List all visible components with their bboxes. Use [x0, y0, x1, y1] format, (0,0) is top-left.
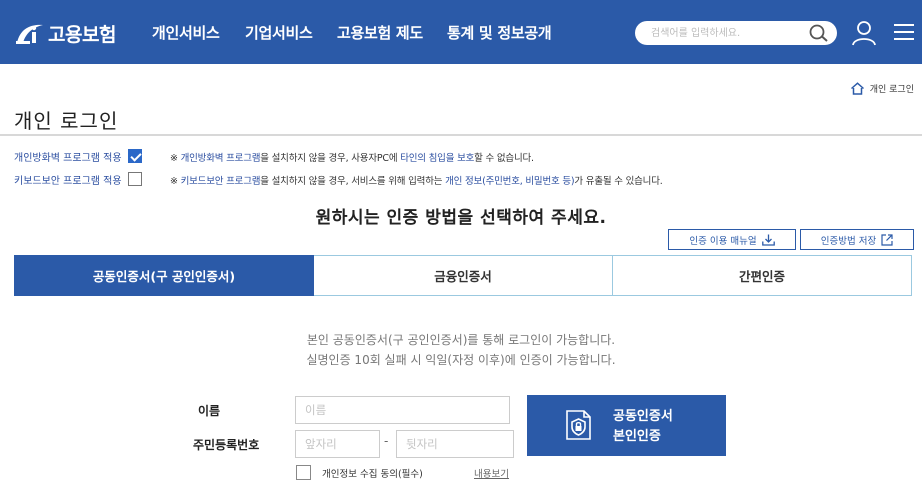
rrn-back-input[interactable]	[396, 430, 514, 458]
logo[interactable]: 고용보험	[14, 18, 116, 48]
auth-manual-button[interactable]: 인증 이용 매뉴얼	[668, 229, 796, 250]
cert-button-text: 공동인증서 본인인증	[613, 407, 673, 447]
keyboard-security-label: 키보드보안 프로그램 적용	[14, 175, 122, 187]
top-header: 고용보험 개인서비스 기업서비스 고용보험 제도 통계 및 정보공개	[0, 0, 922, 64]
search-box	[635, 21, 837, 45]
note-highlight: 타인의 침입을 보호	[400, 153, 475, 164]
joint-certificate-auth-button[interactable]: 공동인증서 본인인증	[527, 395, 726, 456]
description-line-1: 본인 공동인증서(구 공인인증서)를 통해 로그인이 가능합니다.	[306, 333, 616, 347]
privacy-consent-checkbox[interactable]	[296, 465, 311, 480]
name-label: 이름	[198, 404, 221, 418]
firewall-note: ※ 개인방화벽 프로그램을 설치하지 않을 경우, 사용자PC에 타인의 침입을…	[170, 150, 534, 164]
save-auth-method-button[interactable]: 인증방법 저장	[800, 229, 914, 250]
tab-joint-certificate[interactable]: 공동인증서(구 공인인증서)	[14, 255, 314, 296]
name-input[interactable]	[295, 396, 510, 424]
note-highlight: 개인방화벽 프로그램	[180, 153, 261, 164]
tab-simple-auth[interactable]: 간편인증	[613, 255, 912, 296]
keyboard-security-checkbox[interactable]	[127, 172, 142, 186]
cert-button-line-1: 공동인증서	[613, 409, 673, 424]
breadcrumb: 개인 로그인	[850, 82, 914, 95]
hamburger-menu-icon[interactable]	[893, 22, 915, 42]
nav-item-business[interactable]: 기업서비스	[245, 22, 313, 43]
note-text: 가 유출될 수 있습니다.	[574, 176, 663, 187]
download-icon	[761, 234, 775, 246]
firewall-checkbox[interactable]	[127, 149, 142, 163]
home-icon[interactable]	[850, 82, 865, 95]
auth-manual-label: 인증 이용 매뉴얼	[689, 235, 757, 247]
note-mark: ※	[170, 153, 178, 164]
cert-button-line-2: 본인인증	[613, 429, 661, 444]
note-text: 을 설치하지 않을 경우, 사용자PC에	[260, 153, 398, 164]
note-text: 을 설치하지 않을 경우, 서비스를 위해 입력하는	[260, 176, 443, 187]
option-keyboard-security: 키보드보안 프로그램 적용	[14, 170, 142, 188]
note-highlight: 개인 정보(주민번호, 비밀번호 등)	[445, 176, 575, 187]
option-firewall: 개인방화벽 프로그램 적용	[14, 147, 142, 165]
privacy-consent-label: 개인정보 수집 동의(필수)	[322, 469, 423, 480]
note-highlight: 키보드보안 프로그램	[180, 176, 261, 187]
auth-instruction: 원하시는 인증 방법을 선택하여 주세요.	[315, 208, 607, 228]
search-icon[interactable]	[807, 23, 831, 43]
user-icon[interactable]	[850, 20, 878, 46]
keyboard-security-note: ※ 키보드보안 프로그램을 설치하지 않을 경우, 서비스를 위해 입력하는 개…	[170, 173, 663, 187]
save-auth-method-label: 인증방법 저장	[820, 235, 877, 247]
nav-item-personal[interactable]: 개인서비스	[152, 22, 220, 43]
breadcrumb-current[interactable]: 개인 로그인	[870, 82, 914, 95]
note-mark: ※	[170, 176, 178, 187]
description-line-2: 실명인증 10회 실패 시 익일(자정 이후)에 인증이 가능합니다.	[306, 353, 616, 367]
auth-method-tabs: 공동인증서(구 공인인증서) 금융인증서 간편인증	[14, 255, 912, 296]
rrn-label: 주민등록번호	[193, 438, 260, 452]
page-title: 개인 로그인	[14, 109, 119, 133]
privacy-consent-view-link[interactable]: 내용보기	[474, 466, 509, 480]
note-text: 할 수 없습니다.	[474, 153, 534, 164]
logo-text: 고용보험	[48, 23, 116, 46]
nav-item-system[interactable]: 고용보험 제도	[337, 22, 423, 43]
rrn-front-input[interactable]	[295, 430, 380, 458]
rrn-separator: -	[384, 434, 389, 448]
logo-mark-icon	[16, 24, 43, 44]
title-divider	[0, 134, 922, 136]
tab-financial-certificate[interactable]: 금융인증서	[314, 255, 613, 296]
external-link-icon	[881, 233, 893, 246]
nav-item-statistics[interactable]: 통계 및 정보공개	[447, 22, 552, 43]
firewall-label: 개인방화벽 프로그램 적용	[14, 152, 122, 164]
certificate-icon	[566, 410, 591, 440]
search-input[interactable]	[651, 21, 801, 45]
